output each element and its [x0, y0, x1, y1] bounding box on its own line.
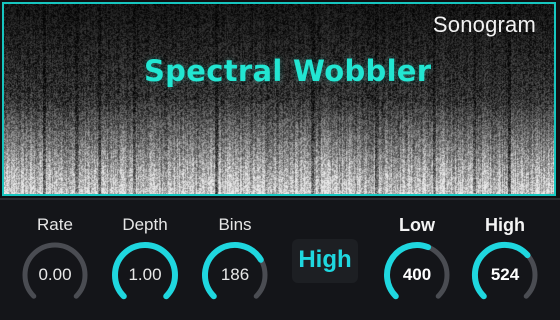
- high-value: 524: [490, 265, 520, 284]
- bins-label: Bins: [218, 215, 252, 234]
- spectral-wobbler-plugin: Sonogram Spectral Wobbler Rate 0.00 Dept…: [0, 0, 560, 320]
- plugin-title: Spectral Wobbler: [144, 54, 432, 88]
- high-mode-button[interactable]: High: [292, 239, 358, 283]
- sonogram-display: Sonogram Spectral Wobbler: [2, 2, 556, 196]
- high-label: High: [485, 215, 525, 235]
- sonogram-label: Sonogram: [432, 12, 536, 37]
- rate-value: 0.00: [38, 265, 72, 284]
- bins-value: 186: [220, 265, 250, 284]
- depth-value: 1.00: [128, 265, 162, 284]
- low-value: 400: [402, 265, 432, 284]
